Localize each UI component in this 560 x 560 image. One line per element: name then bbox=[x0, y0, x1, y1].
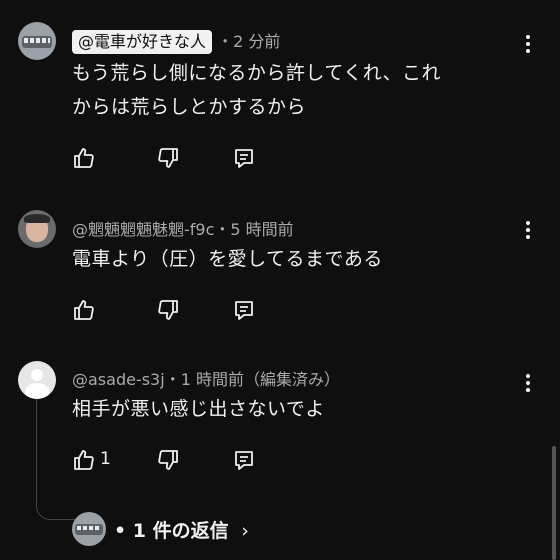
reply-button[interactable] bbox=[232, 448, 256, 472]
reply-icon bbox=[235, 301, 253, 320]
reply-button[interactable] bbox=[232, 298, 256, 322]
avatar[interactable] bbox=[18, 22, 56, 60]
author-name[interactable]: @電車が好きな人 bbox=[72, 30, 213, 54]
reply-icon bbox=[235, 451, 253, 470]
avatar[interactable] bbox=[18, 361, 56, 399]
comment-text: 電車より（圧）を愛してるまである bbox=[72, 242, 383, 276]
comment-actions: 1 bbox=[72, 448, 272, 472]
like-icon bbox=[74, 300, 94, 320]
more-vert-icon[interactable] bbox=[526, 35, 532, 56]
more-vert-icon[interactable] bbox=[526, 374, 532, 395]
comment-time: ・5 時間前 bbox=[214, 220, 294, 239]
comment-text: もう荒らし側になるから許してくれ、これ からは荒らしとかするから bbox=[72, 56, 441, 124]
comment-header: @asade-s3j・1 時間前（編集済み） bbox=[72, 366, 340, 390]
author-name[interactable]: @魍魎魍魎魅魍-f9c bbox=[72, 220, 214, 239]
comment-text-line: 相手が悪い感じ出さないでよ bbox=[72, 398, 325, 420]
comment-actions bbox=[72, 298, 272, 322]
dislike-button[interactable] bbox=[156, 448, 180, 472]
comment-text-line: からは荒らしとかするから bbox=[72, 96, 307, 118]
comment-time: ・2 分前 bbox=[217, 32, 281, 51]
like-button[interactable] bbox=[72, 298, 96, 322]
more-vert-icon[interactable] bbox=[526, 221, 532, 242]
like-count: 1 bbox=[100, 449, 111, 469]
comment-actions bbox=[72, 146, 272, 170]
scrollbar[interactable] bbox=[552, 446, 556, 560]
comment-text: 相手が悪い感じ出さないでよ bbox=[72, 392, 325, 426]
chevron-right-icon: › bbox=[241, 520, 249, 542]
comment-text-line: 電車より（圧）を愛してるまである bbox=[72, 248, 383, 270]
comment-time: ・1 時間前（編集済み） bbox=[164, 370, 340, 389]
reply-avatar bbox=[72, 512, 106, 546]
like-icon bbox=[74, 148, 94, 168]
reply-button[interactable] bbox=[232, 146, 256, 170]
dislike-icon bbox=[158, 450, 178, 470]
like-button[interactable] bbox=[72, 146, 96, 170]
like-icon bbox=[74, 450, 94, 470]
dislike-icon bbox=[158, 300, 178, 320]
like-button[interactable]: 1 bbox=[72, 448, 111, 472]
comment-text-line: もう荒らし側になるから許してくれ、これ bbox=[72, 62, 441, 84]
author-name[interactable]: @asade-s3j bbox=[72, 370, 165, 389]
avatar[interactable] bbox=[18, 210, 56, 248]
comment-header: @魍魎魍魎魅魍-f9c・5 時間前 bbox=[72, 216, 294, 240]
reply-icon bbox=[235, 149, 253, 168]
dislike-button[interactable] bbox=[156, 146, 180, 170]
dislike-button[interactable] bbox=[156, 298, 180, 322]
replies-count-label: • 1 件の返信 bbox=[114, 520, 229, 542]
comment-header: @電車が好きな人 ・2 分前 bbox=[72, 28, 280, 54]
thread-line bbox=[36, 397, 77, 520]
dislike-icon bbox=[158, 148, 178, 168]
